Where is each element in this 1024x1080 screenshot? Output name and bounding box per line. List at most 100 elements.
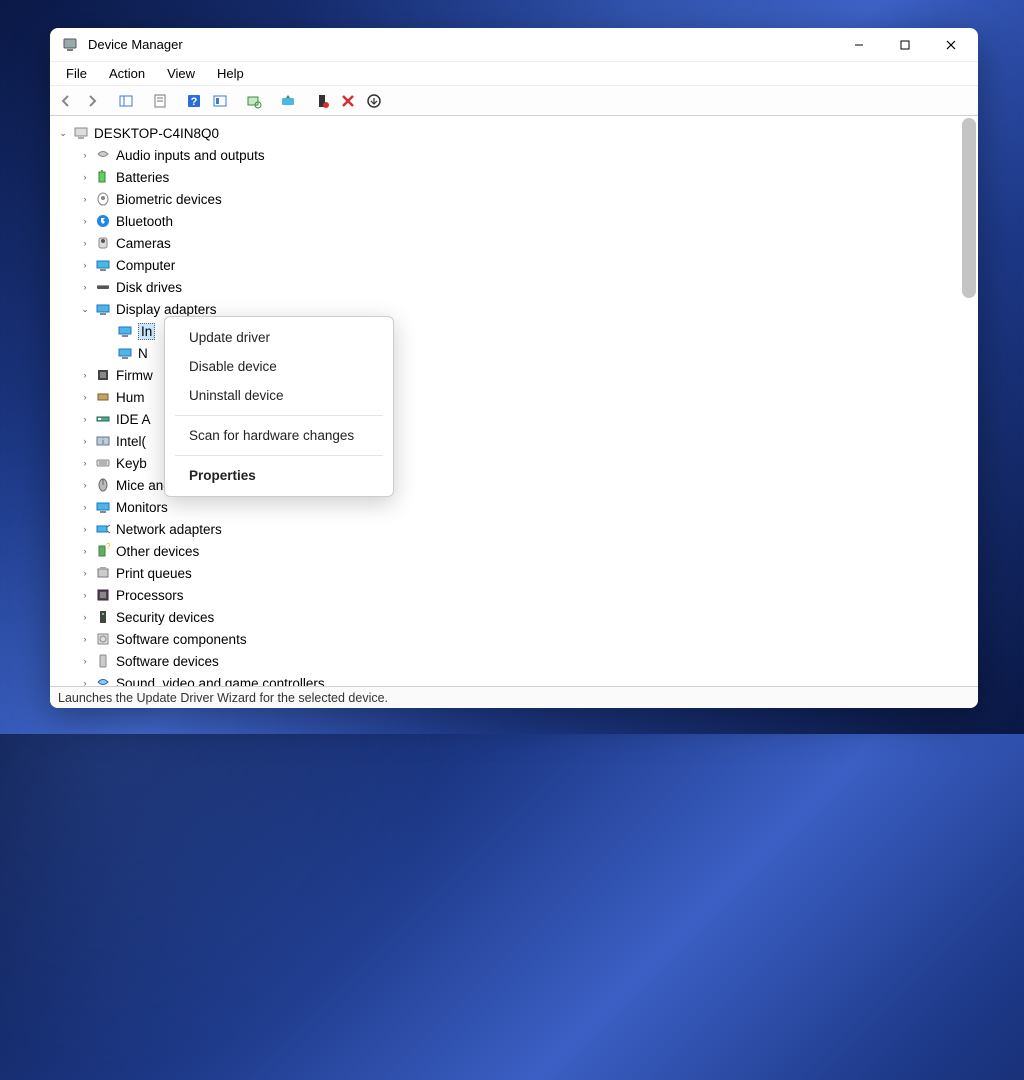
device-category-icon — [94, 631, 112, 647]
tree-item[interactable]: ›Biometric devices — [78, 188, 978, 210]
ctx-scan-hardware[interactable]: Scan for hardware changes — [165, 421, 393, 450]
tree-item-label: Bluetooth — [116, 214, 173, 229]
chevron-right-icon: › — [78, 478, 92, 492]
uninstall-button[interactable] — [310, 89, 334, 113]
tree-item[interactable]: ›Computer — [78, 254, 978, 276]
chevron-right-icon: › — [78, 236, 92, 250]
tree-item[interactable]: ›Monitors — [78, 496, 978, 518]
tree-item-label: Batteries — [116, 170, 169, 185]
tree-item[interactable]: ›Sound, video and game controllers — [78, 672, 978, 686]
menubar: File Action View Help — [50, 62, 978, 86]
device-category-icon — [94, 609, 112, 625]
status-text: Launches the Update Driver Wizard for th… — [58, 691, 388, 705]
tree-root-label: DESKTOP-C4IN8Q0 — [94, 126, 219, 141]
device-category-icon — [94, 675, 112, 686]
chevron-right-icon: › — [78, 522, 92, 536]
tree-item-label: Hum — [116, 390, 145, 405]
tree-item-label: Print queues — [116, 566, 192, 581]
tree-item-label: N — [138, 346, 148, 361]
tree-item[interactable]: › Cameras — [78, 232, 978, 254]
properties-button[interactable] — [148, 89, 172, 113]
device-category-icon — [94, 521, 112, 537]
tree-item[interactable]: ›Software devices — [78, 650, 978, 672]
tree-item-label: Other devices — [116, 544, 199, 559]
tree-item-label: Processors — [116, 588, 184, 603]
window-controls — [836, 29, 974, 61]
display-adapter-icon — [116, 345, 134, 361]
chevron-right-icon: › — [78, 588, 92, 602]
tree-item-label: Keyb — [116, 456, 147, 471]
device-category-icon — [94, 169, 112, 185]
tree-item[interactable]: ›Bluetooth — [78, 210, 978, 232]
tree-item[interactable]: ›Disk drives — [78, 276, 978, 298]
display-adapter-icon — [116, 323, 134, 339]
tree-item[interactable]: ›Print queues — [78, 562, 978, 584]
device-category-icon — [94, 257, 112, 273]
chevron-down-icon: ⌄ — [78, 302, 92, 316]
chevron-right-icon: › — [78, 148, 92, 162]
device-category-icon — [94, 191, 112, 207]
minimize-button[interactable] — [836, 29, 882, 61]
chevron-right-icon: › — [78, 500, 92, 514]
tree-item[interactable]: › Batteries — [78, 166, 978, 188]
menu-view[interactable]: View — [157, 64, 205, 83]
tree-item-label: Security devices — [116, 610, 214, 625]
tree-item[interactable]: › Processors — [78, 584, 978, 606]
disable-button[interactable] — [362, 89, 386, 113]
device-category-icon — [94, 367, 112, 383]
ctx-disable-device[interactable]: Disable device — [165, 352, 393, 381]
tree-root[interactable]: ⌄ DESKTOP-C4IN8Q0 — [56, 122, 978, 144]
tree-item[interactable]: › Audio inputs and outputs — [78, 144, 978, 166]
tree-item-label: Computer — [116, 258, 175, 273]
chevron-right-icon: › — [78, 170, 92, 184]
tree-item-label: Display adapters — [116, 302, 217, 317]
computer-icon — [72, 125, 90, 141]
tree-item-label: IDE A — [116, 412, 151, 427]
tree-item-label: Audio inputs and outputs — [116, 148, 265, 163]
device-category-icon: i — [94, 433, 112, 449]
tree-item-label: Network adapters — [116, 522, 222, 537]
device-category-icon — [94, 411, 112, 427]
scrollbar[interactable] — [962, 118, 976, 298]
device-tree[interactable]: ⌄ DESKTOP-C4IN8Q0 › Audio inputs and outp… — [50, 116, 978, 686]
menu-file[interactable]: File — [56, 64, 97, 83]
help-button[interactable]: ? — [182, 89, 206, 113]
device-category-icon — [94, 235, 112, 251]
tree-item-label: Sound, video and game controllers — [116, 676, 325, 687]
tree-item[interactable]: ›Software components — [78, 628, 978, 650]
chevron-right-icon: › — [78, 368, 92, 382]
app-icon — [62, 37, 78, 53]
device-category-icon — [94, 301, 112, 317]
statusbar: Launches the Update Driver Wizard for th… — [50, 686, 978, 708]
chevron-right-icon: › — [78, 192, 92, 206]
update-driver-button[interactable] — [276, 89, 300, 113]
ctx-uninstall-device[interactable]: Uninstall device — [165, 381, 393, 410]
tree-item-label: Software components — [116, 632, 247, 647]
show-hide-tree-button[interactable] — [114, 89, 138, 113]
scan-hardware-button[interactable] — [242, 89, 266, 113]
ctx-properties[interactable]: Properties — [165, 461, 393, 490]
tree-item-label: Software devices — [116, 654, 219, 669]
delete-button[interactable] — [336, 89, 360, 113]
action-button[interactable] — [208, 89, 232, 113]
back-button[interactable] — [54, 89, 78, 113]
maximize-button[interactable] — [882, 29, 928, 61]
tree-item[interactable]: ›?Other devices — [78, 540, 978, 562]
tree-item[interactable]: ›Security devices — [78, 606, 978, 628]
menu-action[interactable]: Action — [99, 64, 155, 83]
device-category-icon — [94, 565, 112, 581]
device-category-icon: ? — [94, 543, 112, 559]
tree-item-label: Firmw — [116, 368, 153, 383]
tree-item[interactable]: › Network adapters — [78, 518, 978, 540]
window-title: Device Manager — [88, 37, 836, 52]
close-button[interactable] — [928, 29, 974, 61]
tree-item-label: Cameras — [116, 236, 171, 251]
device-category-icon — [94, 477, 112, 493]
tree-item-label: Intel( — [116, 434, 146, 449]
tree-item-label: In — [138, 323, 155, 340]
ctx-separator — [175, 455, 383, 456]
chevron-right-icon: › — [78, 280, 92, 294]
forward-button[interactable] — [80, 89, 104, 113]
menu-help[interactable]: Help — [207, 64, 254, 83]
ctx-update-driver[interactable]: Update driver — [165, 323, 393, 352]
